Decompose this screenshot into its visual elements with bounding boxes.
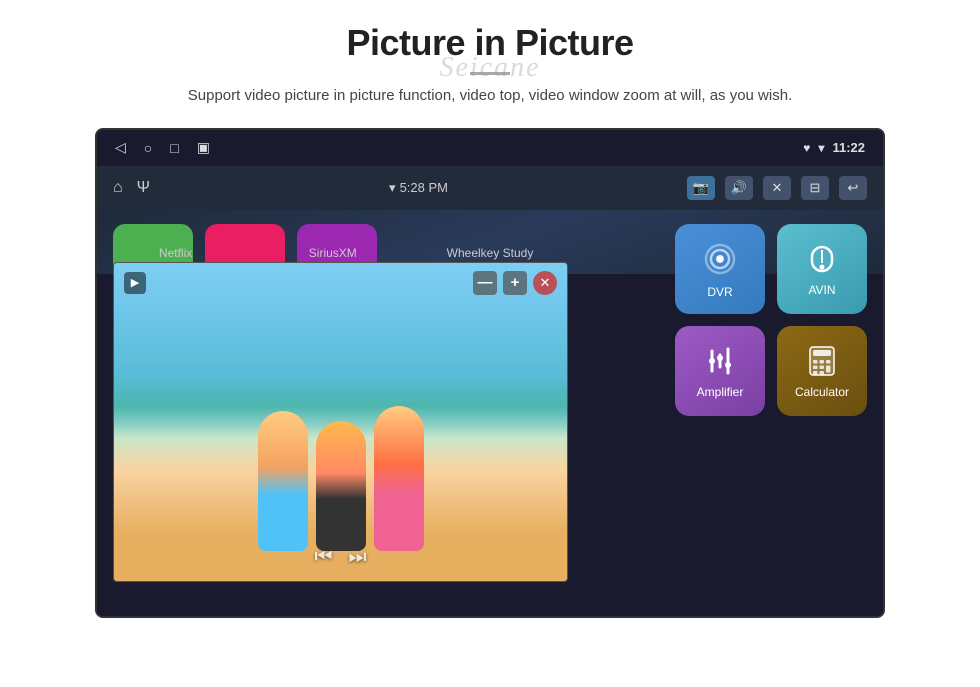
amplifier-label: Amplifier xyxy=(697,385,744,399)
calculator-label: Calculator xyxy=(795,385,849,399)
app-calculator[interactable]: Calculator xyxy=(777,326,867,416)
toolbar-center: ▾ 5:28 PM xyxy=(150,180,687,196)
pip-close-button[interactable]: ✕ xyxy=(533,271,557,295)
device-frame: ◁ ○ □ ▣ ♥ ▾ 11:22 ⌂ Ψ ▾ 5:28 PM xyxy=(95,128,885,618)
home-toolbar-icon[interactable]: ⌂ xyxy=(113,179,123,197)
prev-button[interactable]: ⏮ xyxy=(315,546,333,569)
status-bar-left: ◁ ○ □ ▣ xyxy=(115,139,210,156)
person-2 xyxy=(316,421,366,551)
main-content: ▶ — + ✕ ⏮ ⏭ xyxy=(97,210,883,274)
pip-controls: ▶ — + ✕ xyxy=(114,271,567,295)
status-bar: ◁ ○ □ ▣ ♥ ▾ 11:22 xyxy=(97,130,883,166)
recent-icon[interactable]: □ xyxy=(170,140,178,156)
window-button[interactable]: ⊟ xyxy=(801,176,829,200)
volume-button[interactable]: 🔊 xyxy=(725,176,753,200)
wheelkey-bottom-label: Wheelkey Study xyxy=(411,246,568,260)
person-1 xyxy=(258,411,308,551)
wifi-status-icon: ▾ xyxy=(389,180,396,196)
page-wrapper: Picture in Picture Seicane Support video… xyxy=(0,0,980,687)
siriusxm-bottom-label: SiriusXM xyxy=(254,246,411,260)
pip-video: ▶ — + ✕ ⏮ ⏭ xyxy=(114,263,567,581)
location-icon: ♥ xyxy=(803,141,810,155)
pip-play-icon[interactable]: ▶ xyxy=(124,272,146,294)
toolbar-right: 📷 🔊 ✕ ⊟ ↩ xyxy=(687,176,867,200)
close-button[interactable]: ✕ xyxy=(763,176,791,200)
status-time: 11:22 xyxy=(832,140,865,155)
page-title: Picture in Picture xyxy=(0,22,980,64)
back-toolbar-button[interactable]: ↩ xyxy=(839,176,867,200)
menu-icon[interactable]: ▣ xyxy=(197,139,210,156)
person-3 xyxy=(374,406,424,551)
pip-minimize-button[interactable]: — xyxy=(473,271,497,295)
subtitle: Support video picture in picture functio… xyxy=(140,85,840,108)
pip-window-controls: — + ✕ xyxy=(473,271,557,295)
amplifier-icon xyxy=(702,343,738,379)
wifi-icon: ▾ xyxy=(818,141,824,155)
pip-expand-button[interactable]: + xyxy=(503,271,527,295)
next-button[interactable]: ⏭ xyxy=(349,546,367,569)
time-display: ▾ 5:28 PM xyxy=(389,180,448,196)
calculator-icon xyxy=(804,343,840,379)
dvr-label: DVR xyxy=(707,285,732,299)
app-amplifier[interactable]: Amplifier xyxy=(675,326,765,416)
status-bar-right: ♥ ▾ 11:22 xyxy=(803,140,865,155)
avin-label: AVIN xyxy=(808,283,835,297)
home-icon[interactable]: ○ xyxy=(144,140,152,156)
video-people xyxy=(258,406,424,551)
header-section: Picture in Picture Seicane Support video… xyxy=(0,0,980,128)
pip-window: ▶ — + ✕ ⏮ ⏭ xyxy=(113,262,568,582)
netflix-bottom-label: Netflix xyxy=(97,246,254,260)
usb-icon[interactable]: Ψ xyxy=(137,179,150,197)
back-icon[interactable]: ◁ xyxy=(115,139,126,156)
toolbar: ⌂ Ψ ▾ 5:28 PM 📷 🔊 ✕ ⊟ ↩ xyxy=(97,166,883,210)
camera-button[interactable]: 📷 xyxy=(687,176,715,200)
toolbar-left: ⌂ Ψ xyxy=(113,179,150,197)
title-divider xyxy=(470,72,510,75)
pip-playback-controls: ⏮ ⏭ xyxy=(114,546,567,569)
toolbar-time: 5:28 PM xyxy=(400,180,448,195)
